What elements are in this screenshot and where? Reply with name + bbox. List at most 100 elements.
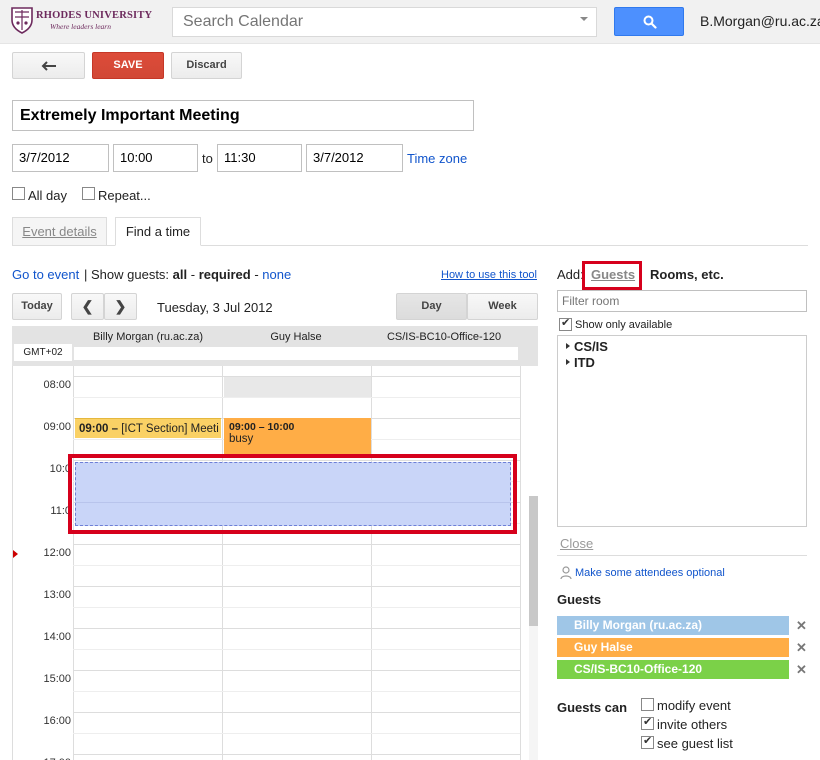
hour-gridline (73, 376, 520, 377)
expand-triangle-icon (566, 359, 570, 365)
see-guest-list-checkbox[interactable] (641, 734, 654, 749)
half-hour-gridline (73, 691, 520, 692)
discard-button[interactable]: Discard (171, 52, 242, 79)
grid-col-line (73, 366, 74, 760)
half-hour-gridline (73, 397, 520, 398)
add-rooms-tab[interactable]: Rooms, etc. (650, 267, 724, 282)
column-header-room: CS/IS-BC10-Office-120 (386, 331, 502, 343)
divider (557, 555, 807, 556)
week-view-button[interactable]: Week (467, 293, 538, 320)
guest-billy-morgan[interactable]: Billy Morgan (ru.ac.za) (557, 616, 789, 635)
half-hour-gridline (73, 733, 520, 734)
logo-tagline: Where leaders learn (50, 22, 111, 31)
arrow-left-icon (41, 61, 56, 71)
all-day-checkbox[interactable] (12, 187, 25, 200)
save-button[interactable]: SAVE (92, 52, 164, 79)
hour-gridline (73, 586, 520, 587)
university-logo[interactable]: RHODES UNIVERSITY Where leaders learn (10, 6, 152, 36)
hour-gridline (73, 754, 520, 755)
hour-gridline (73, 628, 520, 629)
guests-can-label: Guests can (557, 700, 628, 715)
hour-label: 15:00 (43, 673, 71, 685)
modify-event-checkbox[interactable] (641, 698, 654, 711)
time-zone-link[interactable]: Time zone (407, 151, 467, 166)
unavailable-block (224, 376, 372, 398)
hour-gridline (73, 670, 520, 671)
add-label: Add: (557, 267, 584, 282)
highlight-annotation-guests (582, 261, 642, 290)
search-dropdown-icon[interactable] (580, 17, 588, 21)
show-all-option[interactable]: all (173, 267, 187, 282)
filter-room-input[interactable] (557, 290, 807, 312)
user-account[interactable]: B.Morgan@ru.ac.za (700, 13, 820, 29)
room-group-itd[interactable]: ITD (566, 355, 595, 370)
guest-room-office[interactable]: CS/IS-BC10-Office-120 (557, 660, 789, 679)
event-title: busy (229, 433, 254, 445)
search-button[interactable] (614, 7, 684, 36)
start-date-field[interactable]: 3/7/2012 (12, 144, 109, 172)
repeat-label: Repeat... (98, 188, 151, 203)
dash-1: - (187, 267, 199, 282)
scrollbar-thumb[interactable] (529, 496, 538, 626)
remove-guest-icon[interactable]: ✕ (796, 618, 807, 634)
hour-label: 11:0 (50, 505, 71, 517)
event-busy[interactable]: 09:00 – 10:00 busy (224, 418, 371, 454)
half-hour-gridline (73, 565, 520, 566)
event-title-input[interactable] (12, 100, 474, 131)
hour-gridline (73, 712, 520, 713)
search-icon (643, 15, 657, 29)
current-date: Tuesday, 3 Jul 2012 (157, 300, 273, 315)
grid-col-line (371, 366, 372, 760)
end-date-field[interactable]: 3/7/2012 (306, 144, 403, 172)
back-button[interactable] (12, 52, 85, 79)
highlight-annotation-selection (68, 454, 517, 534)
hour-label: 10:0 (49, 463, 71, 475)
event-time: 09:00 – 10:00 (229, 421, 295, 433)
today-button[interactable]: Today (12, 293, 62, 320)
room-list: CS/IS ITD (557, 335, 807, 527)
room-group-label: ITD (574, 355, 595, 370)
prev-day-button[interactable]: ❮ (71, 293, 104, 320)
calendar-grid[interactable]: 08:00 09:00 10:0 11:0 12:00 13:00 14:00 15:00 16… (12, 366, 538, 760)
repeat-checkbox[interactable] (82, 187, 95, 200)
logo-name: RHODES UNIVERSITY (36, 10, 153, 21)
timezone-label: GMT+02 (14, 344, 72, 361)
show-only-available-label: Show only available (575, 319, 673, 331)
invite-others-checkbox[interactable] (641, 715, 654, 730)
show-none-option[interactable]: none (262, 267, 291, 282)
search-input[interactable] (172, 7, 597, 37)
make-optional-link[interactable]: Make some attendees optional (575, 567, 725, 579)
guests-heading: Guests (557, 592, 602, 607)
remove-guest-icon[interactable]: ✕ (796, 640, 807, 656)
to-label: to (202, 151, 213, 166)
dash-2: - (250, 267, 263, 282)
column-header-guy: Guy Halse (270, 331, 322, 343)
show-only-available-checkbox[interactable] (559, 316, 572, 331)
event-time: 09:00 – (79, 423, 122, 435)
column-header-billy: Billy Morgan (ru.ac.za) (92, 331, 204, 343)
separator: | (84, 267, 91, 282)
close-rooms-link[interactable]: Close (560, 536, 593, 551)
day-view-button[interactable]: Day (396, 293, 467, 320)
tab-event-details[interactable]: Event details (12, 217, 107, 245)
how-to-use-link[interactable]: How to use this tool (441, 269, 537, 281)
chevron-right-icon: ❯ (114, 298, 127, 314)
go-to-event-link[interactable]: Go to event (12, 267, 79, 282)
show-guests-label: Show guests: (91, 267, 173, 282)
start-time-field[interactable]: 10:00 (113, 144, 198, 172)
all-day-strip[interactable] (74, 347, 518, 360)
half-hour-gridline (73, 649, 520, 650)
current-time-marker (13, 550, 18, 558)
end-time-field[interactable]: 11:30 (217, 144, 302, 172)
remove-guest-icon[interactable]: ✕ (796, 662, 807, 678)
event-ict-meeting[interactable]: 09:00 – [ICT Section] Meeti (75, 418, 221, 438)
next-day-button[interactable]: ❯ (104, 293, 137, 320)
show-required-option[interactable]: required (199, 267, 251, 282)
invite-others-label: invite others (657, 717, 728, 732)
guest-guy-halse[interactable]: Guy Halse (557, 638, 789, 657)
tab-find-a-time[interactable]: Find a time (115, 217, 201, 246)
chevron-left-icon: ❮ (81, 298, 94, 314)
expand-triangle-icon (566, 343, 570, 349)
hour-label: 08:00 (43, 379, 71, 391)
room-group-csis[interactable]: CS/IS (566, 339, 608, 354)
